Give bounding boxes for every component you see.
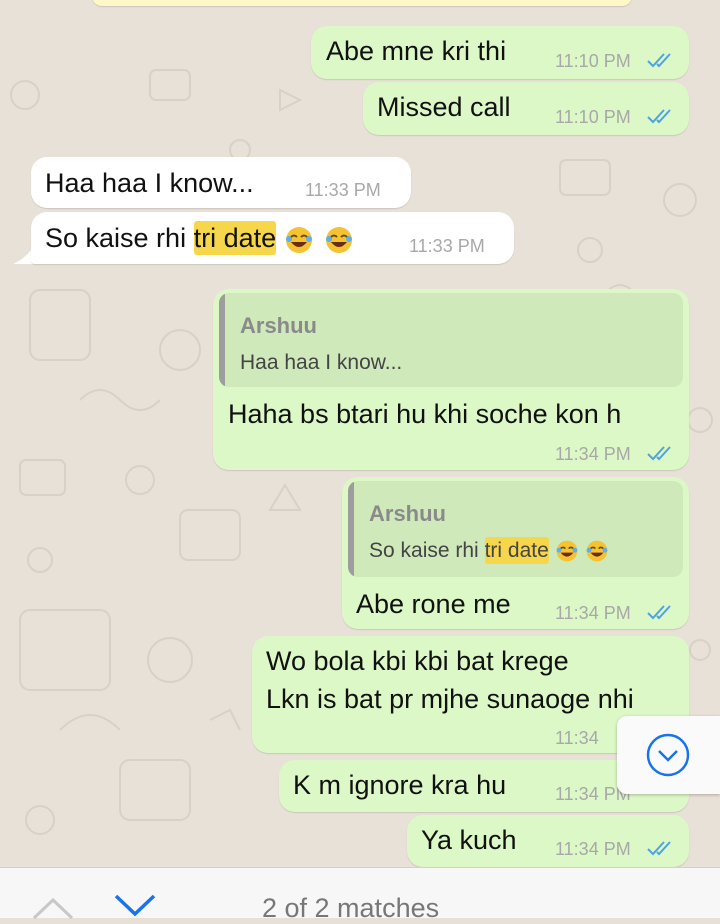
quoted-author: Arshuu	[240, 313, 317, 338]
chevron-up-icon[interactable]	[28, 892, 78, 922]
quoted-text-part: So kaise rhi	[369, 539, 485, 562]
quoted-message[interactable]: Arshuu Haa haa I know...	[219, 293, 683, 387]
message-text: Ya kuch	[421, 825, 517, 855]
message-text-part: So kaise rhi	[45, 223, 194, 253]
double-check-icon	[647, 446, 671, 461]
message-time: 11:34	[555, 728, 599, 748]
incoming-message[interactable]: Haa haa I know... 11:33 PM	[31, 157, 411, 208]
message-text-line: Lkn is bat pr mjhe sunaoge nhi	[266, 684, 634, 714]
message-text: Haa haa I know...	[45, 168, 254, 198]
search-highlight: tri date	[193, 221, 277, 255]
message-text: So kaise rhi tri date	[45, 221, 354, 255]
search-highlight: tri date	[484, 537, 549, 564]
laughing-emoji-icon	[285, 226, 312, 253]
scroll-to-bottom-button[interactable]	[617, 716, 720, 794]
scroll-down-icon	[646, 733, 690, 777]
message-text-line: Wo bola kbi kbi bat krege	[266, 646, 569, 676]
message-time: 11:33 PM	[305, 180, 381, 200]
message-time: 11:34 PM	[555, 603, 631, 623]
message-time: 11:34 PM	[555, 444, 631, 464]
message-time: 11:10 PM	[555, 51, 631, 71]
laughing-emoji-icon	[325, 226, 352, 253]
message-time: 11:10 PM	[555, 107, 631, 127]
double-check-icon	[647, 53, 671, 68]
double-check-icon	[647, 841, 671, 856]
double-check-icon	[647, 109, 671, 124]
outgoing-message[interactable]: Abe mne kri thi 11:10 PM	[311, 26, 689, 79]
chevron-down-icon[interactable]	[110, 890, 160, 920]
message-text: K m ignore kra hu	[293, 770, 507, 800]
quote-bar	[348, 481, 354, 577]
laughing-emoji-icon	[586, 541, 608, 562]
message-text: Abe rone me	[356, 589, 511, 619]
outgoing-message[interactable]: Missed call 11:10 PM	[363, 82, 689, 135]
search-match-count: 2 of 2 matches	[262, 893, 440, 923]
message-text: Abe mne kri thi	[326, 36, 507, 66]
outgoing-reply-message[interactable]: Arshuu So kaise rhi tri date Abe rone me…	[342, 477, 689, 629]
message-time: 11:33 PM	[409, 236, 485, 256]
incoming-message[interactable]: So kaise rhi tri date 11:33 PM	[31, 212, 514, 264]
message-text: Missed call	[377, 92, 511, 122]
message-time: 11:34 PM	[555, 839, 631, 859]
outgoing-message[interactable]: Ya kuch 11:34 PM	[407, 815, 689, 867]
outgoing-reply-message[interactable]: Arshuu Haa haa I know... Haha bs btari h…	[213, 289, 689, 470]
message-text: Haha bs btari hu khi soche kon h	[228, 399, 622, 429]
quoted-author: Arshuu	[369, 501, 446, 526]
quoted-text: So kaise rhi tri date	[369, 537, 609, 564]
partial-message-bubble	[92, 0, 632, 6]
quoted-message[interactable]: Arshuu So kaise rhi tri date	[348, 481, 683, 577]
quote-bar	[219, 293, 225, 387]
double-check-icon	[647, 605, 671, 620]
laughing-emoji-icon	[556, 541, 578, 562]
quoted-text: Haa haa I know...	[240, 351, 403, 374]
